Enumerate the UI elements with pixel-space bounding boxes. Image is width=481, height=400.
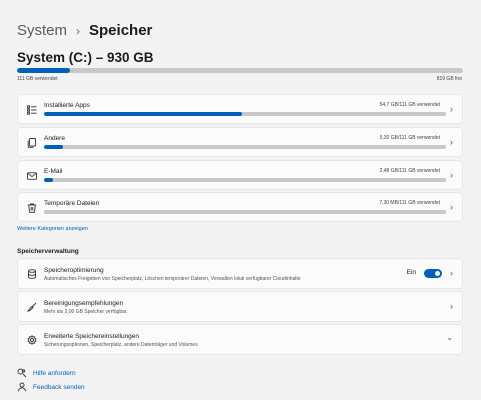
drive-free-label: 819 GB frei — [436, 76, 462, 82]
category-other[interactable]: Andere 5,30 GB/111 GB verwendet › — [17, 127, 463, 157]
feedback-link-label: Feedback senden — [33, 383, 85, 391]
category-usage: 7,30 MB/111 GB verwendet — [379, 200, 440, 206]
category-usage-bar — [44, 178, 446, 182]
apps-list-icon — [26, 104, 38, 116]
category-usage-fill — [44, 145, 64, 149]
row-description: Sicherungsoptionen, Speicherplatz, ander… — [44, 342, 198, 348]
page-title: Speicher — [89, 22, 153, 39]
row-label: Speicheroptimierung — [44, 267, 104, 274]
chevron-down-icon: ⌄ — [446, 333, 453, 342]
breadcrumb-chevron-icon: › — [76, 23, 81, 38]
category-temp-files[interactable]: Temporäre Dateien 7,30 MB/111 GB verwend… — [17, 192, 463, 222]
more-categories-link[interactable]: Weitere Kategorien anzeigen — [17, 226, 88, 232]
category-usage-fill — [44, 112, 243, 116]
toggle-state-label: Ein — [406, 269, 416, 276]
storage-sense-icon — [26, 268, 38, 280]
category-email[interactable]: E-Mail 2,48 GB/111 GB verwendet › — [17, 160, 463, 190]
category-usage-fill — [44, 178, 53, 182]
category-label: E-Mail — [44, 168, 63, 175]
storage-sense-row[interactable]: Speicheroptimierung Automatisches Freige… — [17, 258, 463, 289]
category-installed-apps[interactable]: Installierte Apps 54,7 GB/111 GB verwend… — [17, 94, 463, 124]
help-icon — [17, 368, 27, 378]
section-title: Speicherverwaltung — [17, 248, 79, 255]
chevron-right-icon: › — [450, 104, 453, 114]
cleanup-recommendations-row[interactable]: Bereinigungsempfehlungen Mehr als 2,00 G… — [17, 291, 463, 322]
category-usage: 5,30 GB/111 GB verwendet — [379, 135, 440, 141]
chevron-right-icon: › — [450, 301, 453, 311]
chevron-right-icon: › — [450, 268, 453, 278]
row-description: Mehr als 2,00 GB Speicher verfügbar. — [44, 309, 128, 315]
gear-icon — [26, 334, 38, 346]
row-label: Erweiterte Speichereinstellungen — [44, 333, 140, 340]
category-usage-bar — [44, 210, 446, 214]
trash-icon — [26, 202, 38, 214]
drive-usage-bar — [17, 68, 463, 73]
drive-used-label: 111 GB verwendet — [17, 76, 58, 82]
help-link[interactable]: Hilfe anfordern — [17, 368, 76, 378]
row-description: Automatisches Freigeben von Speicherplat… — [44, 276, 301, 282]
category-usage: 54,7 GB/111 GB verwendet — [379, 102, 440, 108]
category-label: Temporäre Dateien — [44, 200, 100, 207]
category-usage-bar — [44, 145, 446, 149]
drive-title: System (C:) – 930 GB — [17, 50, 154, 65]
advanced-storage-settings-row[interactable]: Erweiterte Speichereinstellungen Sicheru… — [17, 324, 463, 355]
row-label: Bereinigungsempfehlungen — [44, 300, 124, 307]
help-link-label: Hilfe anfordern — [33, 369, 76, 377]
documents-icon — [26, 137, 38, 149]
broom-icon — [26, 301, 38, 313]
feedback-icon — [17, 382, 27, 392]
storage-sense-toggle[interactable] — [424, 269, 442, 278]
breadcrumb: System › Speicher — [17, 22, 152, 39]
mail-icon — [26, 170, 38, 182]
drive-usage-fill — [17, 68, 71, 73]
toggle-knob — [435, 271, 440, 276]
category-usage-bar — [44, 112, 446, 116]
breadcrumb-system-link[interactable]: System — [17, 22, 67, 39]
category-usage: 2,48 GB/111 GB verwendet — [379, 168, 440, 174]
category-label: Installierte Apps — [44, 102, 90, 109]
feedback-link[interactable]: Feedback senden — [17, 382, 85, 392]
chevron-right-icon: › — [450, 170, 453, 180]
chevron-right-icon: › — [450, 202, 453, 212]
category-label: Andere — [44, 135, 65, 142]
chevron-right-icon: › — [450, 137, 453, 147]
